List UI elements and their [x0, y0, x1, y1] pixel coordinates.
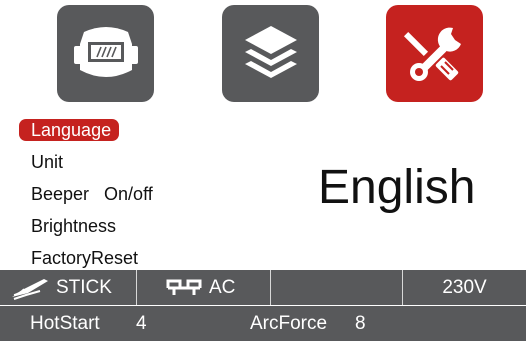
status-bar: STICK AC 230V [0, 270, 526, 305]
menu-item-unit[interactable]: Unit [19, 151, 161, 173]
tools-icon [403, 27, 461, 81]
setting-value: English [318, 161, 476, 214]
params-bar: HotStart 4 ArcForce 8 [0, 306, 526, 341]
welding-helmet-tile[interactable] [57, 5, 154, 102]
menu-item-beeper[interactable]: Beeper On/off [19, 183, 161, 205]
empty-cell [271, 270, 403, 305]
current-type-cell: AC [137, 270, 271, 305]
mode-label: STICK [56, 276, 112, 298]
voltage-cell: 230V [403, 270, 526, 305]
welding-helmet-icon [73, 26, 138, 77]
current-type-label: AC [209, 276, 236, 298]
hotstart-label: HotStart [30, 313, 100, 334]
layers-icon [244, 25, 297, 78]
tools-tile[interactable] [386, 5, 483, 102]
menu-item-factory-reset[interactable]: FactoryReset [19, 247, 161, 269]
menu-item-brightness[interactable]: Brightness [19, 215, 161, 237]
voltage-label: 230V [442, 276, 487, 298]
settings-menu: Language Unit Beeper On/off Brightness F… [19, 119, 161, 279]
hotstart-value: 4 [136, 313, 147, 334]
arcforce-label: ArcForce [250, 313, 328, 334]
arcforce-value: 8 [355, 313, 366, 334]
mode-cell: STICK [0, 270, 137, 305]
ac-wave-icon [166, 279, 202, 295]
menu-item-language[interactable]: Language [19, 119, 120, 141]
layers-tile[interactable] [222, 5, 319, 102]
electrode-holder-icon [12, 278, 48, 300]
